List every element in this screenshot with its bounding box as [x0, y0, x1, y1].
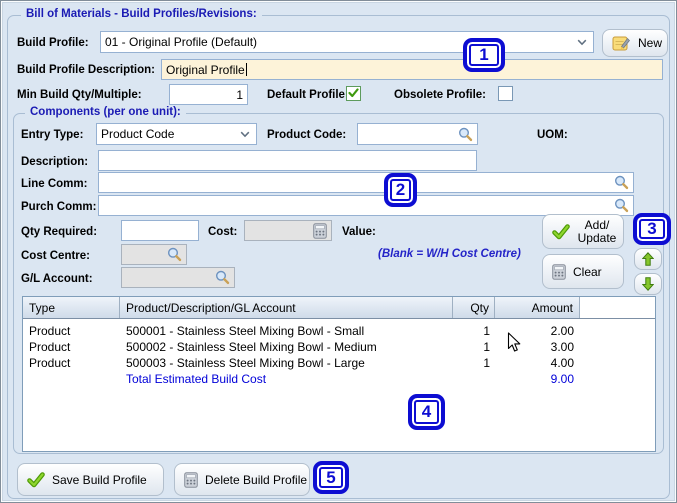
product-code-search-icon[interactable]	[458, 127, 473, 142]
build-profile-description-input[interactable]: Original Profile	[161, 59, 663, 80]
chevron-down-icon	[240, 131, 252, 138]
cell-description: 500001 - Stainless Steel Mixing Bowl - S…	[126, 324, 365, 338]
delete-build-profile-button[interactable]: Delete Build Profile	[174, 463, 310, 496]
cell-type: Product	[29, 356, 71, 370]
build-profile-dropdown[interactable]: 01 - Original Profile (Default)	[100, 31, 594, 53]
cost-centre-hint: (Blank = W/H Cost Centre)	[378, 248, 521, 260]
check-icon	[348, 85, 359, 103]
cell-type: Product	[29, 324, 71, 338]
new-button-label: New	[638, 36, 663, 50]
cell-type: Product	[29, 340, 71, 354]
bom-build-profiles-window: Bill of Materials - Build Profiles/Revis…	[0, 0, 677, 503]
table-row[interactable]: Product 500001 - Stainless Steel Mixing …	[23, 323, 655, 339]
gl-account-label: G/L Account:	[21, 273, 93, 285]
entry-type-label: Entry Type:	[21, 129, 84, 141]
total-label: Total Estimated Build Cost	[126, 372, 267, 386]
annotation-badge-2: 2	[384, 173, 417, 207]
table-row[interactable]: Product 500003 - Stainless Steel Mixing …	[23, 355, 655, 371]
components-table: Type Product/Description/GL Account Qty …	[22, 296, 656, 452]
value-label: Value:	[342, 226, 376, 238]
new-button[interactable]: New	[602, 29, 668, 57]
cost-centre-search-icon[interactable]	[167, 247, 182, 262]
check-icon	[27, 471, 45, 488]
min-build-qty-label: Min Build Qty/Multiple:	[17, 89, 142, 101]
cell-qty: 1	[483, 356, 490, 370]
clear-button[interactable]: Clear	[542, 254, 624, 289]
product-code-input[interactable]	[357, 123, 478, 145]
line-comm-search-icon[interactable]	[614, 175, 629, 190]
qty-required-label: Qty Required:	[21, 226, 98, 238]
cost-centre-label: Cost Centre:	[21, 250, 91, 262]
default-profile-label: Default Profile:	[267, 89, 349, 101]
save-build-profile-label: Save Build Profile	[52, 472, 147, 487]
qty-required-input[interactable]	[121, 220, 199, 241]
text-caret	[245, 63, 247, 76]
column-header-filler	[580, 297, 655, 318]
total-row: Total Estimated Build Cost 9.00	[23, 371, 655, 387]
purch-comm-input[interactable]	[98, 195, 634, 216]
window-title: Bill of Materials - Build Profiles/Revis…	[21, 8, 262, 20]
line-comm-label: Line Comm:	[21, 178, 88, 190]
mouse-cursor	[507, 332, 522, 359]
calculator-icon	[184, 471, 198, 488]
cell-description: 500002 - Stainless Steel Mixing Bowl - M…	[126, 340, 377, 354]
entry-type-value: Product Code	[101, 127, 175, 141]
purch-comm-label: Purch Comm:	[21, 201, 97, 213]
table-row[interactable]: Product 500002 - Stainless Steel Mixing …	[23, 339, 655, 355]
move-down-button[interactable]	[634, 273, 662, 295]
cost-input[interactable]	[244, 220, 332, 241]
chevron-down-icon	[577, 39, 589, 46]
build-profile-value: 01 - Original Profile (Default)	[105, 35, 258, 49]
uom-label: UOM:	[537, 129, 568, 141]
cost-calculator-icon[interactable]	[313, 222, 327, 239]
components-group-title: Components (per one unit):	[25, 106, 186, 118]
clear-button-label: Clear	[573, 264, 602, 279]
component-description-input[interactable]	[98, 150, 477, 171]
cell-qty: 1	[483, 324, 490, 338]
cell-qty: 1	[483, 340, 490, 354]
column-header-type[interactable]: Type	[23, 297, 120, 318]
column-header-product-description[interactable]: Product/Description/GL Account	[120, 297, 453, 318]
gl-account-input[interactable]	[121, 267, 235, 288]
save-build-profile-button[interactable]: Save Build Profile	[17, 463, 164, 496]
line-comm-input[interactable]	[98, 172, 634, 193]
build-profile-label: Build Profile:	[17, 37, 89, 49]
default-profile-checkbox[interactable]	[346, 86, 361, 101]
add-update-label-line1: Add/	[584, 217, 610, 232]
new-note-pencil-icon	[612, 35, 631, 52]
add-update-label-line2: Update	[577, 230, 617, 245]
total-value: 9.00	[550, 372, 574, 386]
arrow-down-icon	[642, 277, 654, 291]
add-update-button[interactable]: Add/ Update	[542, 214, 624, 249]
column-header-qty[interactable]: Qty	[453, 297, 495, 318]
check-icon	[552, 223, 570, 240]
min-build-qty-input[interactable]: 1	[169, 84, 248, 105]
cost-label: Cost:	[208, 226, 238, 238]
cost-centre-input[interactable]	[121, 244, 187, 265]
obsolete-profile-label: Obsolete Profile:	[394, 89, 487, 101]
product-code-label: Product Code:	[267, 129, 347, 141]
move-up-button[interactable]	[634, 248, 662, 270]
annotation-badge-5: 5	[313, 461, 349, 494]
calculator-icon	[552, 263, 566, 280]
obsolete-profile-checkbox[interactable]	[498, 86, 513, 101]
column-header-amount[interactable]: Amount	[495, 297, 580, 318]
build-profile-description-label: Build Profile Description:	[17, 64, 156, 76]
purch-comm-search-icon[interactable]	[614, 198, 629, 213]
arrow-up-icon	[642, 252, 654, 266]
components-table-header: Type Product/Description/GL Account Qty …	[23, 297, 655, 319]
annotation-badge-3: 3	[633, 213, 671, 245]
build-profile-description-value: Original Profile	[166, 62, 245, 77]
component-description-label: Description:	[21, 156, 89, 168]
components-table-body: Product 500001 - Stainless Steel Mixing …	[23, 319, 655, 387]
annotation-badge-1: 1	[463, 38, 505, 72]
gl-account-search-icon[interactable]	[215, 270, 230, 285]
entry-type-dropdown[interactable]: Product Code	[96, 123, 257, 145]
annotation-badge-4: 4	[408, 394, 445, 430]
min-build-qty-value: 1	[236, 87, 243, 102]
cell-description: 500003 - Stainless Steel Mixing Bowl - L…	[126, 356, 365, 370]
delete-build-profile-label: Delete Build Profile	[205, 472, 308, 487]
